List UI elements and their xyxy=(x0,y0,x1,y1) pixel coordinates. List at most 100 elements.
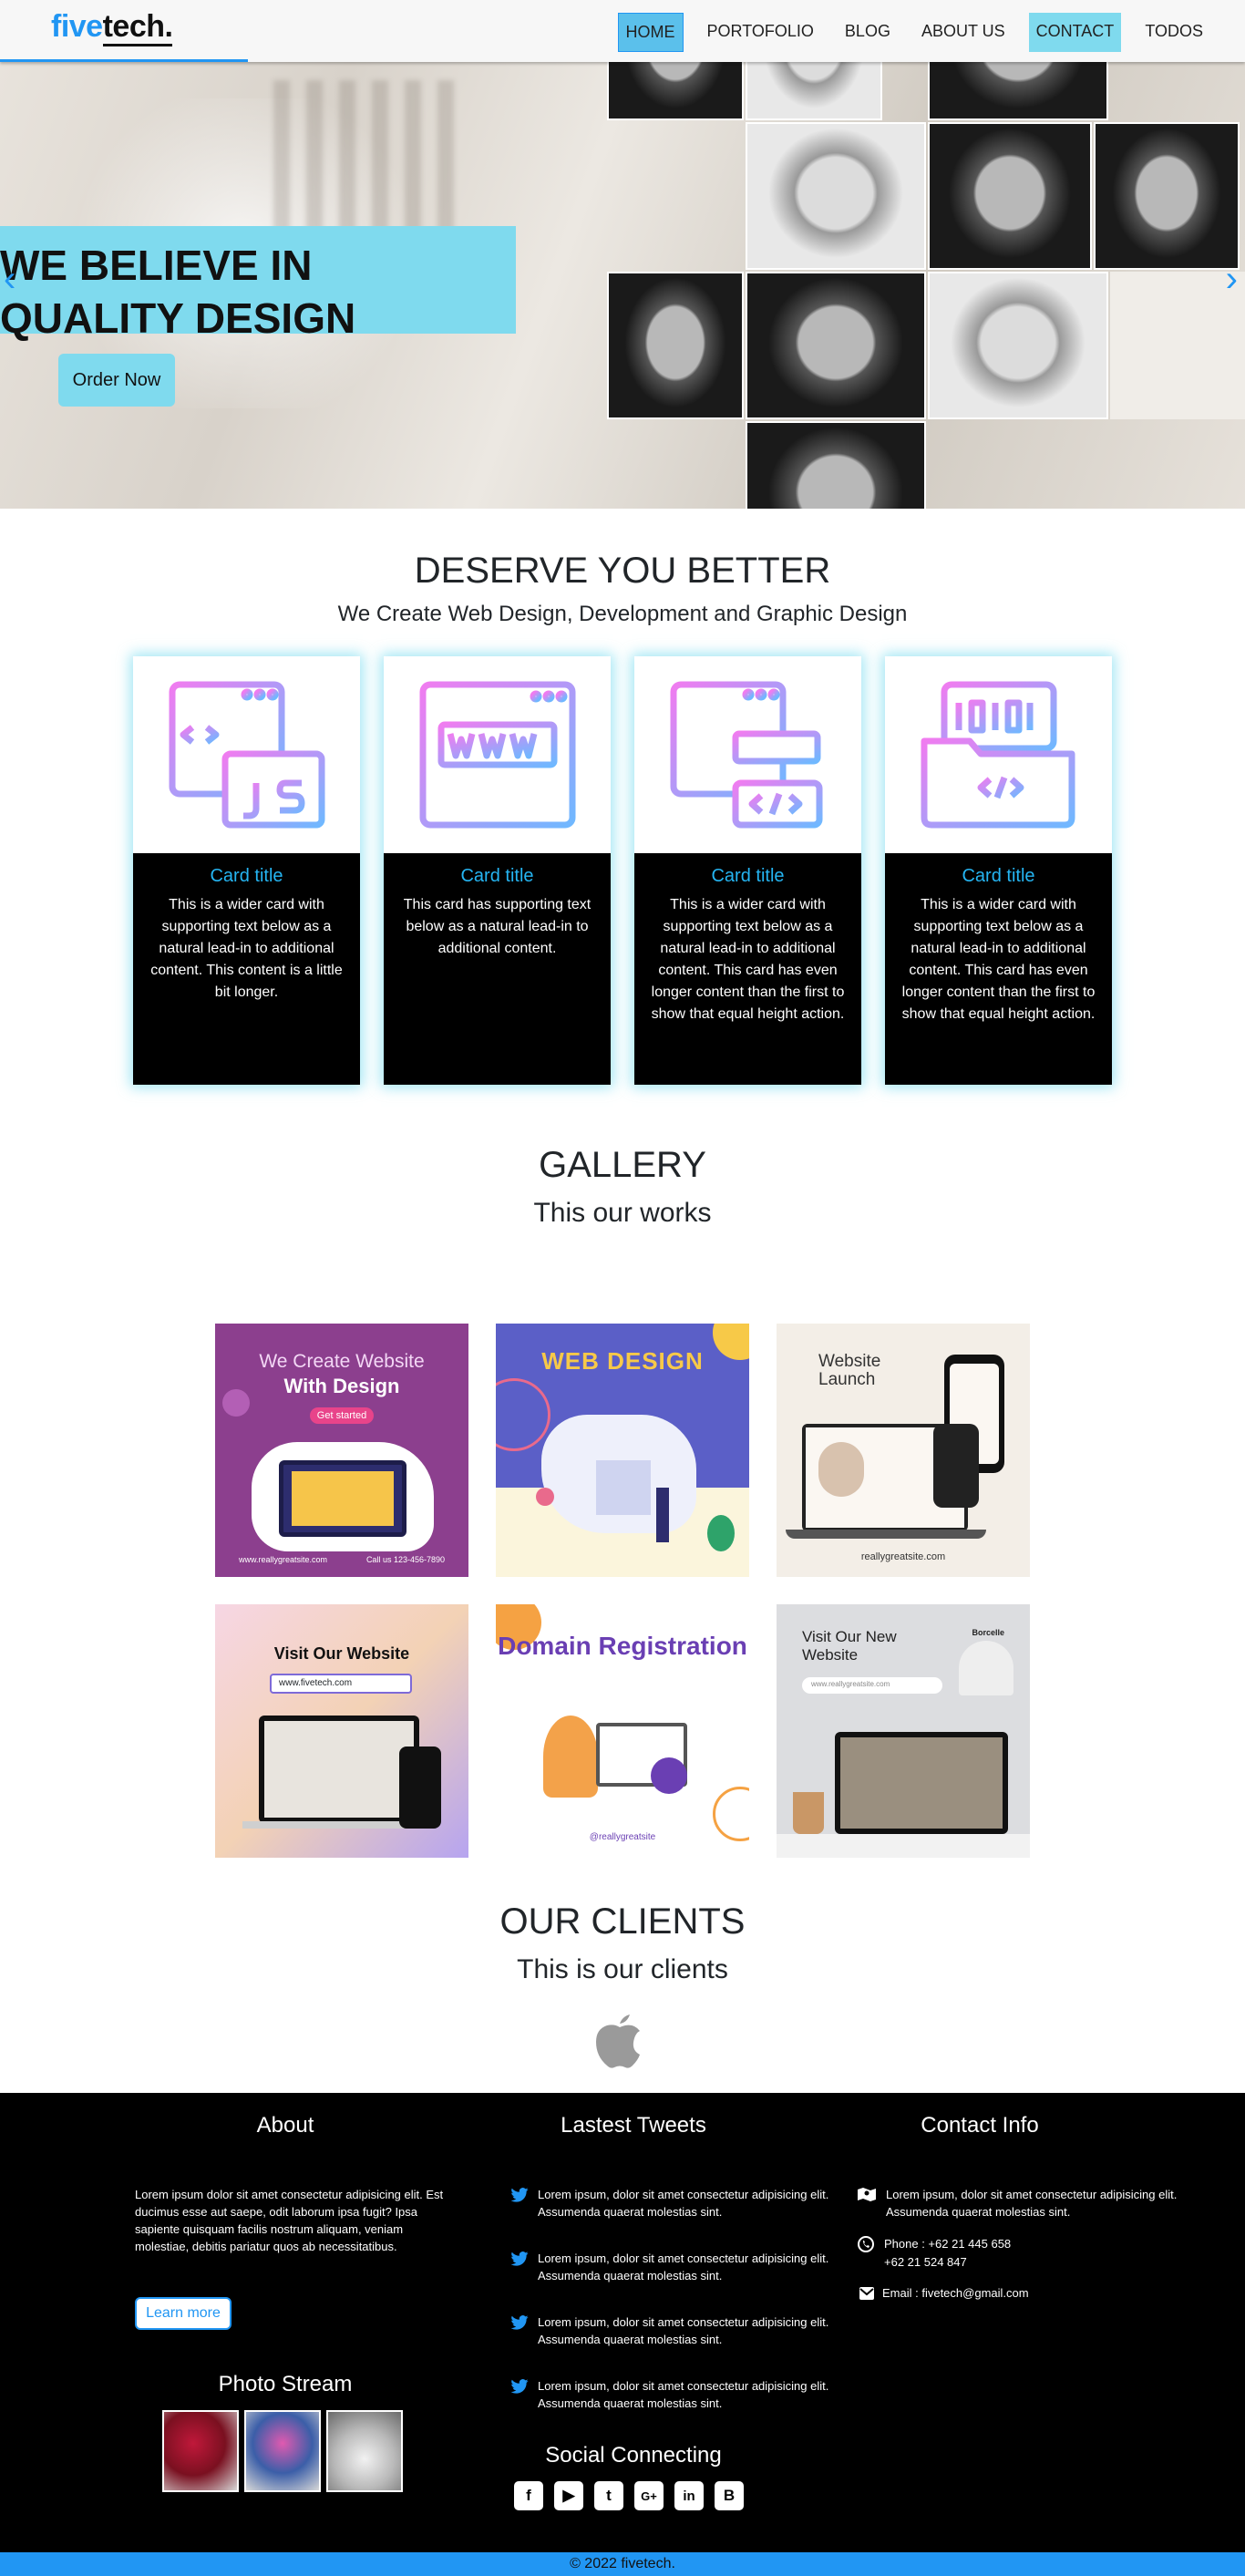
portrait-photo xyxy=(746,62,882,120)
gallery-illustration xyxy=(399,1747,441,1829)
nav-about-us[interactable]: ABOUT US xyxy=(914,13,1013,52)
gallery-item[interactable]: Website Launch reallygreatsite.com xyxy=(777,1324,1030,1577)
about-heading: About xyxy=(256,2113,314,2138)
portrait-photo xyxy=(928,122,1092,270)
about-text: Lorem ipsum dolor sit amet consectetur a… xyxy=(135,2188,444,2253)
card-image xyxy=(384,656,611,853)
linkedin-icon[interactable]: in xyxy=(674,2481,704,2510)
portrait-photo xyxy=(746,421,926,509)
blogger-icon[interactable]: B xyxy=(715,2481,744,2510)
www-browser-icon xyxy=(419,681,575,829)
twitter-icon xyxy=(510,2251,529,2266)
nav-home[interactable]: HOME xyxy=(617,13,684,52)
gallery-item[interactable]: Domain Registration @reallygreatsite xyxy=(496,1604,749,1858)
service-cards: Card title This is a wider card with sup… xyxy=(133,656,1112,1085)
gallery-illustration xyxy=(264,1721,414,1818)
order-now-button[interactable]: Order Now xyxy=(58,354,175,407)
stream-photo[interactable] xyxy=(244,2410,321,2492)
card-text: This is a wider card with supporting tex… xyxy=(651,897,845,1022)
gallery-item[interactable]: We Create Website With Design Get starte… xyxy=(215,1324,468,1577)
photo-stream xyxy=(162,2410,403,2492)
gallery-illustration xyxy=(496,1378,550,1451)
portrait-photo xyxy=(607,62,744,120)
gallery-text: With Design xyxy=(283,1375,400,1397)
nav-todos[interactable]: TODOS xyxy=(1137,13,1210,52)
tweet-text: Lorem ipsum, dolor sit amet consectetur … xyxy=(538,2251,829,2282)
gallery-illustration xyxy=(292,1471,394,1526)
stream-photo[interactable] xyxy=(326,2410,403,2492)
gallery-text: Call us 123-456-7890 xyxy=(365,1555,445,1564)
stream-photo[interactable] xyxy=(162,2410,239,2492)
gallery-text: Visit Our Website xyxy=(273,1644,410,1663)
twitter-icon xyxy=(510,2379,529,2394)
gallery-text: Domain Registration xyxy=(498,1632,747,1660)
footer: About Lorem ipsum dolor sit amet consect… xyxy=(0,2093,1245,2552)
nav-blog[interactable]: BLOG xyxy=(838,13,898,52)
card-image xyxy=(634,656,861,853)
twitter-icon[interactable]: t xyxy=(594,2481,623,2510)
gallery-text: We Create Website xyxy=(259,1351,425,1372)
code-js-icon xyxy=(169,681,324,829)
google-plus-icon[interactable]: G+ xyxy=(634,2481,664,2510)
gallery-illustration xyxy=(793,1792,824,1834)
service-card[interactable]: Card title This card has supporting text… xyxy=(384,656,611,1085)
tweet-text: Lorem ipsum, dolor sit amet consectetur … xyxy=(538,2379,829,2410)
whatsapp-icon xyxy=(858,2236,874,2252)
contact-phone-text: +62 21 524 847 xyxy=(884,2255,967,2269)
card-text: This is a wider card with supporting tex… xyxy=(901,897,1096,1022)
gallery-illustration xyxy=(840,1737,1003,1829)
logo[interactable]: fivetech. xyxy=(51,9,173,46)
card-text: This is a wider card with supporting tex… xyxy=(150,897,343,1000)
clients-heading: OUR CLIENTS xyxy=(499,1901,746,1942)
service-card[interactable]: Card title This is a wider card with sup… xyxy=(634,656,861,1085)
gallery-text: Borcelle xyxy=(972,1628,1004,1637)
card-title: Card title xyxy=(711,866,785,886)
gallery-heading: GALLERY xyxy=(539,1145,706,1185)
gallery-illustration xyxy=(933,1424,979,1508)
portrait-photo xyxy=(607,272,744,419)
contact-phone-text: Phone : +62 21 445 658 xyxy=(884,2237,1012,2251)
card-title: Card title xyxy=(210,866,283,886)
hero-title: WE BELIEVE IN QUALITY DESIGN xyxy=(0,226,516,342)
gallery-illustration xyxy=(536,1488,554,1506)
services-heading: DESERVE YOU BETTER xyxy=(414,551,831,591)
contact-heading: Contact Info xyxy=(921,2113,1039,2138)
gallery-illustration xyxy=(222,1389,250,1417)
gallery-item[interactable]: WEB DESIGN xyxy=(496,1324,749,1577)
gallery-subheading: This our works xyxy=(533,1198,712,1228)
facebook-icon[interactable]: f xyxy=(514,2481,543,2510)
gallery-item[interactable]: Visit Our Website www.fivetech.com xyxy=(215,1604,468,1858)
gallery-text: www.fivetech.com xyxy=(270,1674,412,1694)
service-card[interactable]: Card title This is a wider card with sup… xyxy=(133,656,360,1085)
apple-logo-icon[interactable] xyxy=(592,2011,647,2069)
portrait-photo xyxy=(746,272,926,419)
carousel-next-icon[interactable]: › xyxy=(1226,259,1238,300)
logo-five: five xyxy=(51,9,103,44)
clients-subheading: This is our clients xyxy=(517,1954,728,1984)
nav-contact[interactable]: CONTACT xyxy=(1028,13,1122,52)
portrait-photo xyxy=(928,62,1108,120)
tweets-heading: Lastest Tweets xyxy=(561,2113,706,2138)
map-icon xyxy=(858,2188,876,2201)
card-image xyxy=(133,656,360,853)
gallery-illustration xyxy=(959,1641,1013,1695)
learn-more-button[interactable]: Learn more xyxy=(135,2297,232,2330)
youtube-icon[interactable]: ▶ xyxy=(554,2481,583,2510)
hero-photo-collage xyxy=(607,62,1245,509)
portrait-photo xyxy=(1094,122,1240,270)
nav-underline xyxy=(0,59,248,62)
nav-menu: HOME PORTOFOLIO BLOG ABOUT US CONTACT TO… xyxy=(609,13,1210,52)
gallery-text: www.reallygreatsite.com xyxy=(802,1677,942,1694)
gallery-item[interactable]: Visit Our New Website Borcelle www.reall… xyxy=(777,1604,1030,1858)
gallery-text: Website Launch xyxy=(818,1352,881,1389)
service-card[interactable]: Card title This is a wider card with sup… xyxy=(885,656,1112,1085)
nav-portofolio[interactable]: PORTOFOLIO xyxy=(700,13,821,52)
binary-folder-icon xyxy=(921,681,1075,829)
carousel-prev-icon[interactable]: ‹ xyxy=(4,259,15,300)
contact-address-text: Lorem ipsum, dolor sit amet consectetur … xyxy=(886,2188,1178,2219)
gallery-illustration xyxy=(786,1530,986,1539)
gallery-illustration xyxy=(777,1834,1030,1858)
photo-stream-heading: Photo Stream xyxy=(218,2372,353,2396)
gallery-text: reallygreatsite.com xyxy=(860,1551,946,1562)
portrait-photo xyxy=(928,272,1108,419)
